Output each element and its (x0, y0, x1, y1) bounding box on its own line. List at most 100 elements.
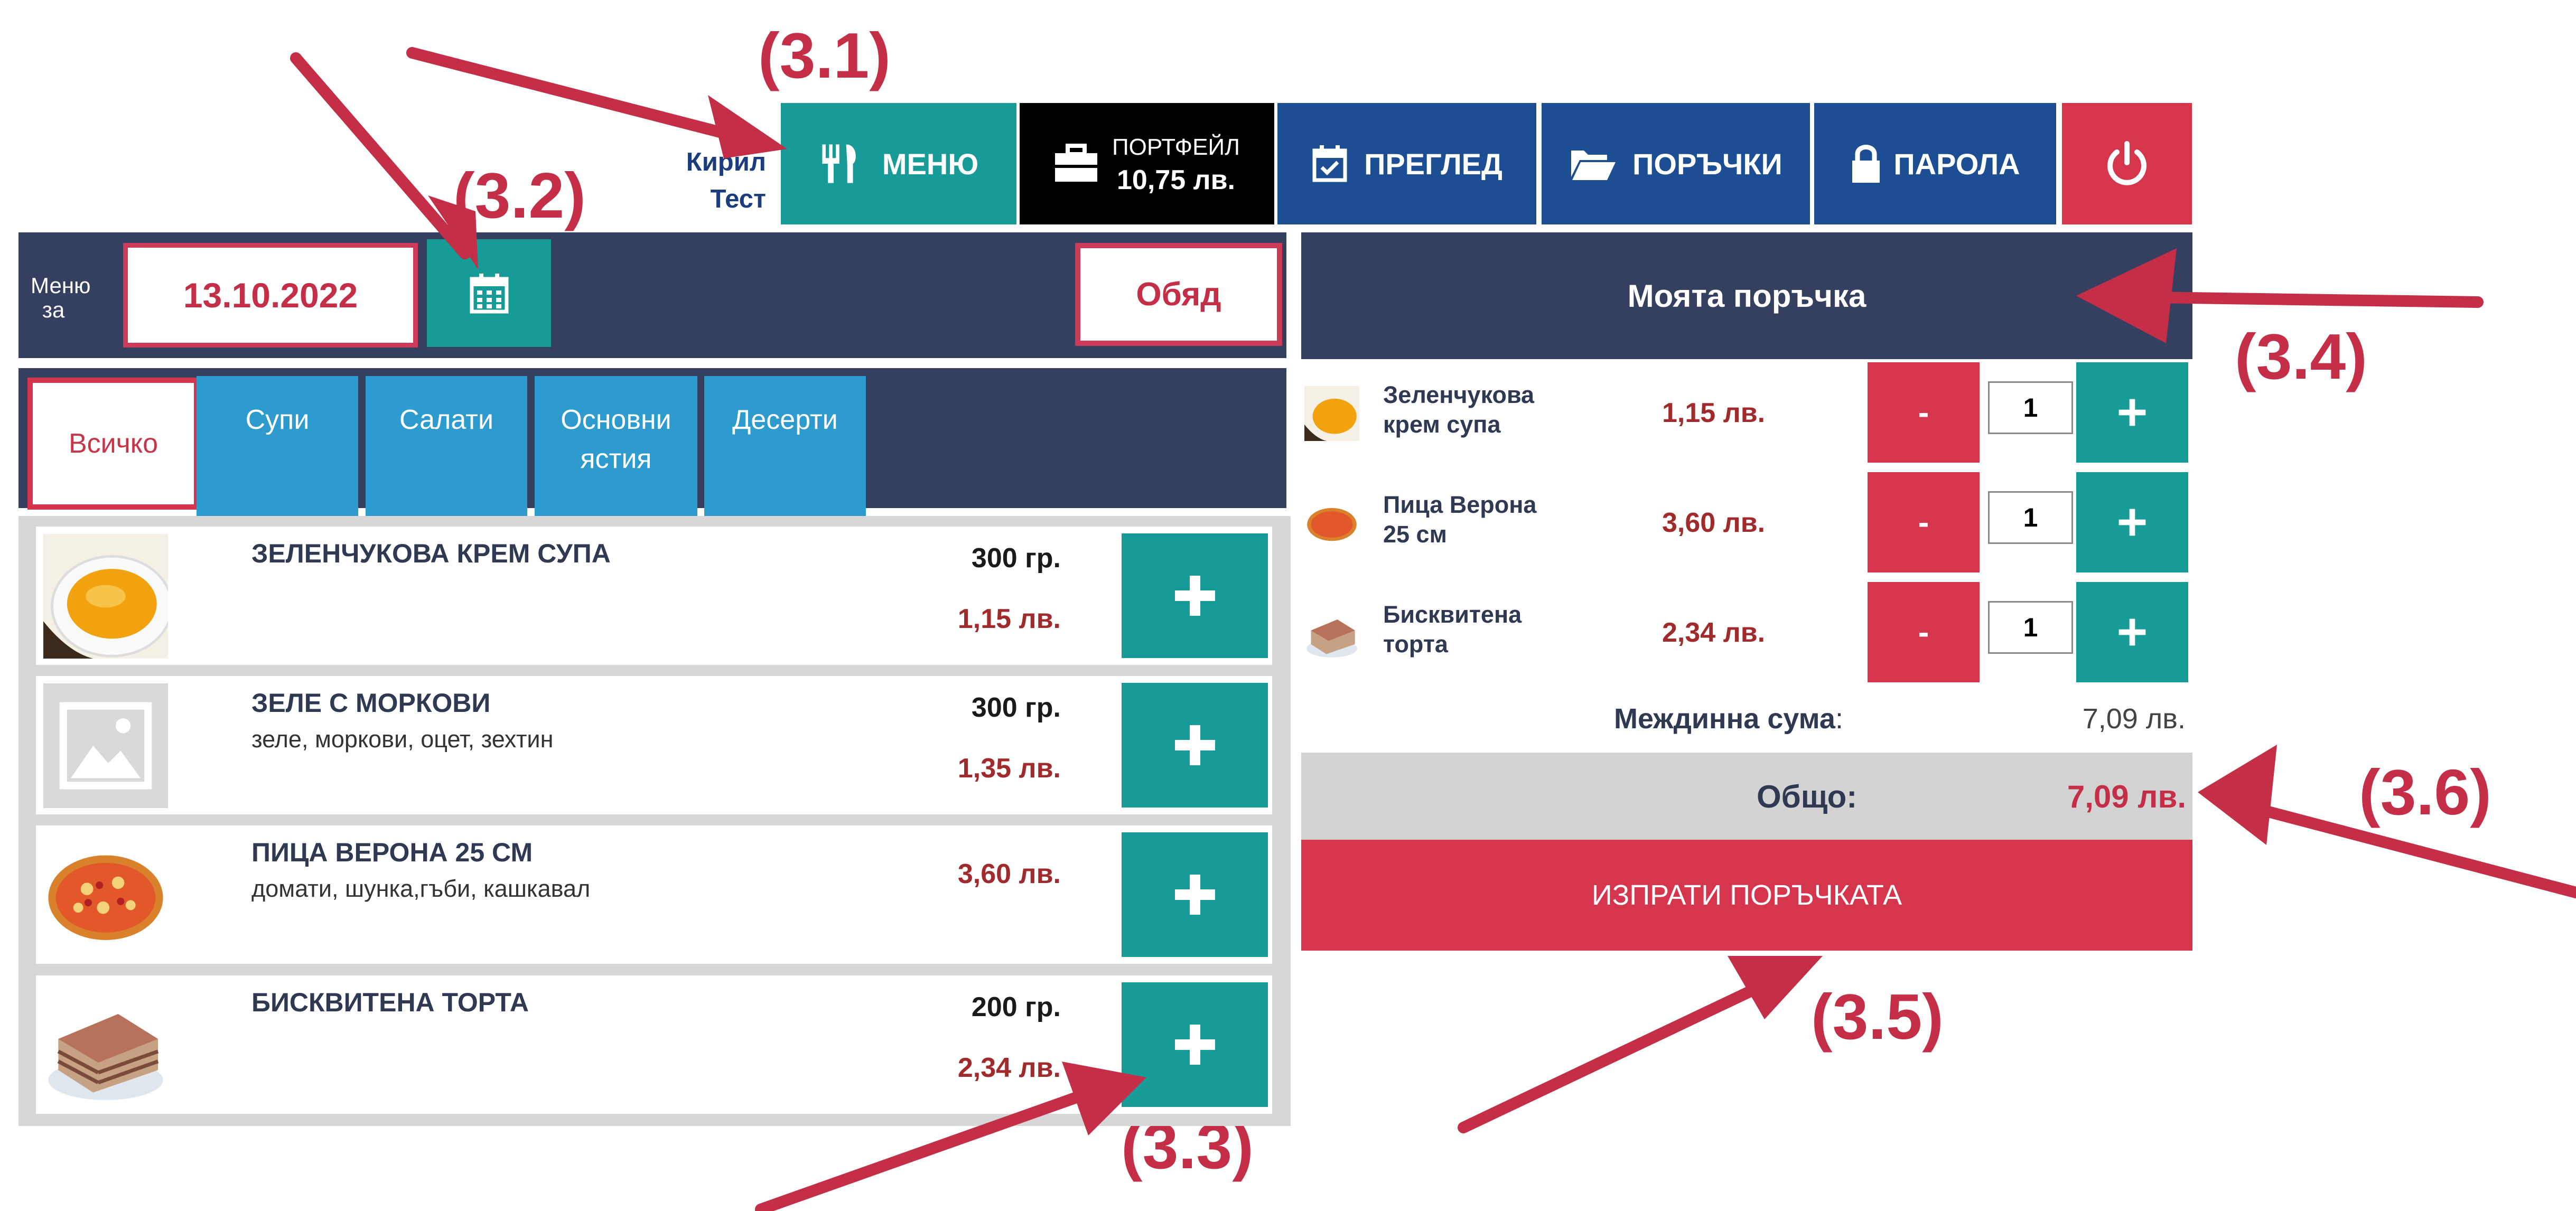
item-description: зеле, моркови, оцет, зехтин (251, 726, 554, 753)
total-label: Общо: (1757, 779, 1858, 814)
annotation-3-5: (3.5) (1811, 981, 1944, 1053)
pizza-image (43, 833, 168, 957)
subtotal-label: Междинна сума: (1614, 702, 1843, 735)
quantity-input[interactable]: 1 (1988, 381, 2073, 434)
decrease-quantity-button[interactable]: - (1868, 582, 1980, 682)
date-value: 13.10.2022 (183, 276, 358, 315)
nav-menu-button[interactable]: МЕНЮ (781, 103, 1016, 224)
plus-icon (2118, 399, 2146, 426)
increase-quantity-button[interactable] (2076, 362, 2188, 463)
order-row: Бисквитена торта 2,34 лв. - 1 (1301, 579, 2192, 689)
plus-icon (2118, 509, 2146, 536)
send-order-button[interactable]: ИЗПРАТИ ПОРЪЧКАТА (1301, 840, 2192, 951)
item-weight: 300 гр. (971, 543, 1061, 574)
menu-item: ЗЕЛЕ С МОРКОВИ зеле, моркови, оцет, зехт… (36, 676, 1272, 814)
calendar-button[interactable] (427, 239, 551, 347)
user-first-name: Кирил (686, 148, 766, 176)
meal-label: Обяд (1136, 276, 1221, 313)
total-value: 7,09 лв. (2067, 779, 2186, 814)
add-to-order-button[interactable] (1122, 832, 1268, 957)
add-to-order-button[interactable] (1122, 683, 1268, 808)
tab-main-dishes[interactable]: Основни ястия (535, 376, 697, 523)
order-item-name-line2: торта (1383, 631, 1448, 658)
menu-for-label: Меню за (31, 273, 91, 322)
plus-icon (1174, 725, 1215, 765)
tab-soups-label: Супи (245, 405, 310, 435)
calendar-icon (470, 274, 508, 314)
decrease-quantity-button[interactable]: - (1868, 362, 1980, 463)
menu-item: ЗЕЛЕНЧУКОВА КРЕМ СУПА 300 гр. 1,15 лв. (36, 527, 1272, 665)
tab-all[interactable]: Всичко (27, 378, 199, 510)
subtotal-label-text: Междинна сума (1614, 703, 1835, 735)
order-item-name: Пица Верона 25 см (1383, 490, 1563, 549)
power-icon (2107, 141, 2146, 185)
order-item-name: Бисквитена торта (1383, 600, 1563, 659)
item-name: ЗЕЛЕНЧУКОВА КРЕМ СУПА (251, 539, 611, 568)
item-name: ЗЕЛЕ С МОРКОВИ (251, 688, 491, 718)
increase-quantity-button[interactable] (2076, 582, 2188, 682)
tab-main-label-line2: ястия (580, 444, 652, 474)
placeholder-image-icon (43, 683, 168, 808)
menu-item: БИСКВИТЕНА ТОРТА 200 гр. 2,34 лв. (36, 975, 1272, 1114)
nav-password-label: ПАРОЛА (1893, 147, 2020, 181)
tab-desserts-label: Десерти (732, 405, 838, 435)
quantity-value: 1 (2023, 613, 2038, 642)
order-item-name-line1: Зеленчукова (1383, 381, 1535, 408)
user-last-name: Тест (710, 185, 766, 213)
plus-icon (1174, 875, 1215, 915)
nav-menu-label: МЕНЮ (882, 147, 979, 181)
quantity-input[interactable]: 1 (1988, 491, 2073, 544)
decrease-quantity-button[interactable]: - (1868, 472, 1980, 572)
add-to-order-button[interactable] (1122, 982, 1268, 1107)
plus-icon (2118, 618, 2146, 646)
quantity-value: 1 (2023, 393, 2038, 423)
order-item-name-line1: Бисквитена (1383, 601, 1522, 628)
menu-item: ПИЦА ВЕРОНА 25 СМ домати, шунка,гъби, ка… (36, 825, 1272, 964)
add-to-order-button[interactable] (1122, 533, 1268, 658)
item-name: ПИЦА ВЕРОНА 25 СМ (251, 838, 533, 867)
tab-salads[interactable]: Салати (366, 376, 527, 523)
nav-review-button[interactable]: ПРЕГЛЕД (1277, 103, 1536, 224)
nav-password-button[interactable]: ПАРОЛА (1814, 103, 2056, 224)
subtotal-colon: : (1835, 703, 1843, 735)
quantity-input[interactable]: 1 (1988, 601, 2073, 654)
date-input[interactable]: 13.10.2022 (123, 243, 418, 348)
minus-icon: - (1918, 614, 1929, 651)
meal-button[interactable]: Обяд (1075, 243, 1282, 346)
order-header: Моята поръчка (1301, 232, 2192, 359)
minus-icon: - (1918, 504, 1929, 541)
order-item-price: 2,34 лв. (1662, 617, 1766, 648)
menu-for-line2: за (42, 297, 65, 322)
tab-main-label-line1: Основни (561, 405, 671, 435)
tab-all-label: Всичко (68, 428, 158, 459)
item-price: 1,35 лв. (957, 753, 1061, 784)
item-price: 3,60 лв. (957, 859, 1061, 889)
cake-image (43, 983, 168, 1107)
annotation-3-1: (3.1) (758, 20, 891, 91)
minus-icon: - (1918, 394, 1929, 431)
order-row: Зеленчукова крем супа 1,15 лв. - 1 (1301, 359, 2192, 471)
order-title: Моята поръчка (1627, 278, 1866, 314)
logout-button[interactable] (2062, 103, 2192, 224)
fork-knife-icon (822, 144, 856, 183)
soup-image (43, 534, 168, 659)
tab-salads-label: Салати (399, 405, 494, 435)
item-weight: 200 гр. (971, 992, 1061, 1022)
lock-icon (1852, 145, 1880, 183)
annotation-3-2: (3.2) (453, 159, 586, 231)
send-order-label: ИЗПРАТИ ПОРЪЧКАТА (1591, 879, 1902, 911)
quantity-value: 1 (2023, 503, 2038, 532)
item-description: домати, шунка,гъби, кашкавал (251, 875, 591, 902)
nav-wallet-button[interactable]: ПОРТФЕЙЛ 10,75 лв. (1020, 103, 1274, 224)
menu-for-line1: Меню (31, 273, 91, 298)
increase-quantity-button[interactable] (2076, 472, 2188, 572)
tab-desserts[interactable]: Десерти (704, 376, 866, 523)
wallet-label: ПОРТФЕЙЛ (1112, 134, 1240, 160)
pizza-image (1304, 496, 1359, 551)
item-price: 2,34 лв. (957, 1053, 1061, 1083)
cake-image (1304, 606, 1359, 661)
wallet-amount: 10,75 лв. (1116, 165, 1236, 195)
tab-soups[interactable]: Супи (197, 376, 358, 523)
briefcase-icon (1055, 144, 1098, 182)
nav-orders-button[interactable]: ПОРЪЧКИ (1542, 103, 1810, 224)
